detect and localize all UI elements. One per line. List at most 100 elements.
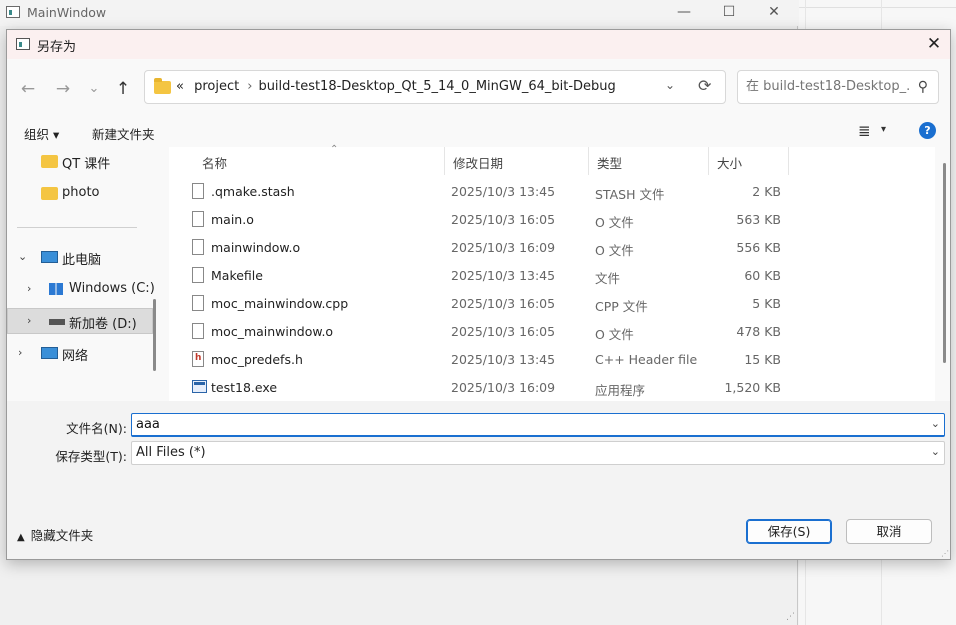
- breadcrumb-project[interactable]: project: [194, 79, 239, 94]
- file-date: 2025/10/3 16:05: [451, 324, 556, 339]
- column-header-label: 名称: [202, 156, 228, 171]
- maximize-button[interactable]: ☐: [707, 3, 751, 23]
- file-size: 5 KB: [752, 296, 781, 311]
- file-name: mainwindow.o: [211, 240, 301, 255]
- filename-input[interactable]: [136, 417, 916, 432]
- file-icon: [192, 323, 204, 339]
- help-icon[interactable]: ?: [919, 122, 936, 139]
- nav-item-label: photo: [62, 185, 100, 200]
- address-dropdown-icon[interactable]: ⌄: [665, 78, 675, 92]
- drive-icon: [49, 319, 65, 325]
- file-type: 文件: [595, 271, 621, 286]
- chevron-down-icon[interactable]: ⌄: [931, 417, 940, 430]
- new-folder-button[interactable]: 新建文件夹: [92, 124, 155, 143]
- minimize-button[interactable]: —: [662, 3, 706, 23]
- chevron-down-icon[interactable]: ⌄: [18, 250, 27, 263]
- chevron-up-icon: ▲: [17, 532, 25, 543]
- filename-field[interactable]: ⌄: [131, 413, 945, 437]
- file-row[interactable]: test18.exe 2025/10/3 16:09 应用程序 1,520 KB: [169, 374, 935, 402]
- file-size: 563 KB: [736, 212, 781, 227]
- organize-button[interactable]: 组织 ▾: [24, 124, 59, 143]
- view-dropdown-icon[interactable]: ▾: [881, 124, 886, 135]
- file-date: 2025/10/3 13:45: [451, 352, 556, 367]
- nav-item-windows-c[interactable]: › Windows (C:): [7, 277, 155, 303]
- chevron-right-icon[interactable]: ›: [18, 346, 22, 359]
- chevron-right-icon[interactable]: ›: [27, 314, 31, 327]
- breadcrumb-overflow[interactable]: «: [176, 79, 184, 94]
- column-divider[interactable]: [788, 147, 789, 175]
- nav-pane-scrollbar[interactable]: [153, 299, 156, 371]
- column-header-type[interactable]: 类型: [589, 147, 709, 175]
- file-row[interactable]: Makefile 2025/10/3 13:45 文件 60 KB: [169, 262, 935, 290]
- file-size: 60 KB: [744, 268, 781, 283]
- resize-grip[interactable]: ⋰: [941, 549, 949, 558]
- nav-item-label: QT 课件: [62, 157, 111, 172]
- network-icon: [41, 347, 58, 359]
- recent-locations-button[interactable]: ⌄: [81, 77, 107, 101]
- file-icon: [192, 295, 204, 311]
- file-name: moc_mainwindow.o: [211, 324, 334, 339]
- file-type: CPP 文件: [595, 299, 648, 314]
- up-button[interactable]: ↑: [110, 77, 136, 101]
- save-button[interactable]: 保存(S): [746, 519, 832, 544]
- forward-button[interactable]: →: [50, 77, 76, 101]
- computer-icon: [41, 251, 58, 263]
- header-file-icon: [192, 351, 204, 367]
- column-header-name[interactable]: ⌃ 名称: [189, 144, 445, 175]
- file-name: moc_mainwindow.cpp: [211, 296, 349, 311]
- exe-icon: [192, 380, 207, 393]
- filetype-select[interactable]: All Files (*) ⌄: [131, 441, 945, 465]
- address-bar[interactable]: « project › build-test18-Desktop_Qt_5_14_0…: [144, 70, 726, 104]
- scrollbar-thumb[interactable]: [943, 163, 946, 363]
- column-header-label: 大小: [717, 156, 743, 171]
- refresh-icon[interactable]: ⟳: [698, 76, 711, 95]
- dialog-titlebar: 另存为 ✕: [7, 30, 950, 59]
- dialog-close-button[interactable]: ✕: [920, 32, 948, 56]
- nav-item-label: 此电脑: [62, 253, 102, 268]
- search-icon[interactable]: ⚲: [918, 79, 928, 95]
- hide-folders-button[interactable]: ▲ 隐藏文件夹: [17, 525, 93, 544]
- filetype-value: All Files (*): [136, 445, 206, 460]
- cancel-button[interactable]: 取消: [846, 519, 932, 544]
- close-button[interactable]: ✕: [752, 3, 796, 23]
- file-row[interactable]: .qmake.stash 2025/10/3 13:45 STASH 文件 2 …: [169, 178, 935, 206]
- file-icon: [192, 211, 204, 227]
- file-size: 556 KB: [736, 240, 781, 255]
- file-date: 2025/10/3 13:45: [451, 268, 556, 283]
- chevron-down-icon[interactable]: ⌄: [931, 445, 940, 458]
- resize-grip[interactable]: ⋰: [786, 612, 795, 622]
- nav-item-label: 新加卷 (D:): [69, 317, 137, 332]
- background-strip: [799, 0, 956, 8]
- file-list-scrollbar[interactable]: [940, 147, 950, 401]
- navigation-pane: QT 课件 photo ⌄ 此电脑 › Windows (C:) › 新加卷 (…: [7, 147, 161, 401]
- file-type: STASH 文件: [595, 187, 665, 202]
- search-box[interactable]: ⚲: [737, 70, 939, 104]
- file-row[interactable]: moc_mainwindow.o 2025/10/3 16:05 O 文件 47…: [169, 318, 935, 346]
- file-row[interactable]: main.o 2025/10/3 16:05 O 文件 563 KB: [169, 206, 935, 234]
- breadcrumb-build-folder[interactable]: build-test18-Desktop_Qt_5_14_0_MinGW_64_…: [258, 79, 615, 94]
- column-header-size[interactable]: 大小: [709, 147, 789, 175]
- folder-icon: [41, 187, 58, 200]
- file-size: 15 KB: [744, 352, 781, 367]
- nav-item-photo[interactable]: photo: [7, 181, 153, 207]
- back-button[interactable]: ←: [15, 77, 41, 101]
- view-options-icon[interactable]: ≣: [858, 122, 871, 140]
- file-row[interactable]: moc_mainwindow.cpp 2025/10/3 16:05 CPP 文…: [169, 290, 935, 318]
- app-icon: [6, 6, 20, 18]
- file-name: moc_predefs.h: [211, 352, 303, 367]
- search-input[interactable]: [746, 79, 910, 94]
- file-type: O 文件: [595, 327, 634, 342]
- file-row[interactable]: mainwindow.o 2025/10/3 16:09 O 文件 556 KB: [169, 234, 935, 262]
- file-name: .qmake.stash: [211, 184, 295, 199]
- chevron-right-icon[interactable]: ›: [27, 282, 31, 295]
- nav-divider: [17, 227, 137, 228]
- file-row[interactable]: moc_predefs.h 2025/10/3 13:45 C++ Header…: [169, 346, 935, 374]
- save-as-dialog: 另存为 ✕ ← → ⌄ ↑ « project › build-test18-Des…: [6, 29, 951, 560]
- hide-folders-label: 隐藏文件夹: [30, 528, 94, 543]
- column-header-date[interactable]: 修改日期: [445, 147, 589, 175]
- nav-item-this-pc[interactable]: ⌄ 此电脑: [7, 245, 153, 271]
- nav-item-qt-course[interactable]: QT 课件: [7, 149, 153, 175]
- nav-item-network[interactable]: › 网络: [7, 341, 153, 367]
- nav-item-new-volume-d[interactable]: › 新加卷 (D:): [7, 308, 153, 334]
- file-date: 2025/10/3 16:05: [451, 296, 556, 311]
